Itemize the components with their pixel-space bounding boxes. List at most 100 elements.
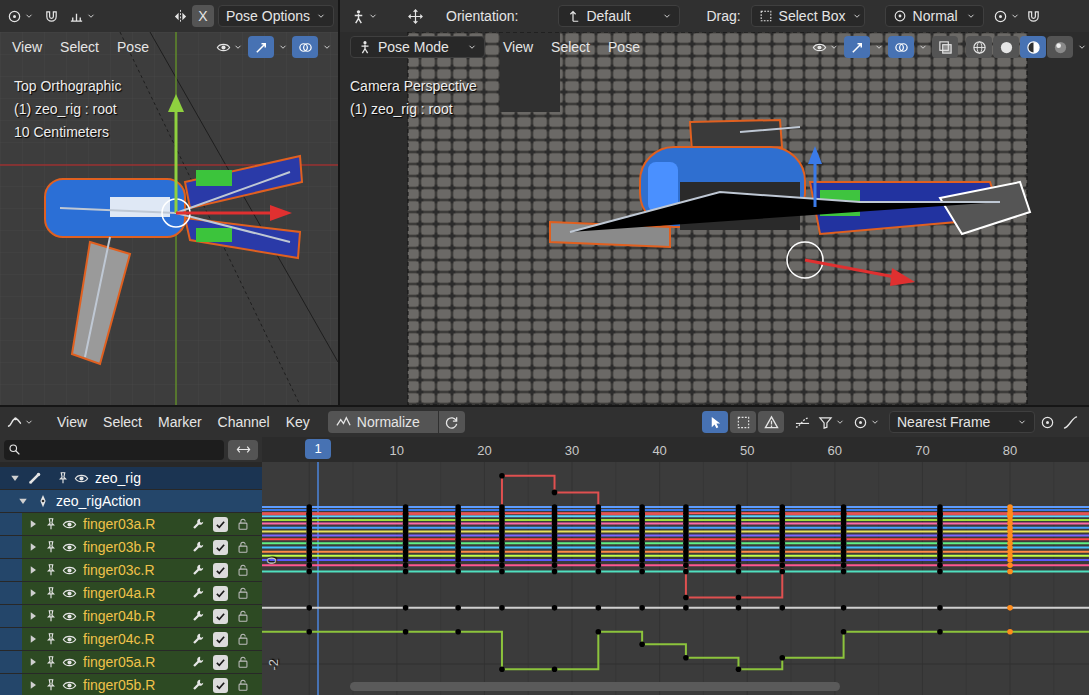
keyframe[interactable] bbox=[736, 666, 742, 672]
keyframe[interactable] bbox=[841, 562, 847, 568]
gizmo-toggle[interactable] bbox=[844, 36, 870, 58]
channel-row[interactable]: zeo_rigAction bbox=[0, 490, 262, 512]
eye-icon[interactable] bbox=[62, 655, 77, 670]
viewport-canvas[interactable]: ViewSelectPoseTop Orthographic(1) zeo_ri… bbox=[0, 32, 338, 405]
keyframe[interactable] bbox=[1007, 557, 1013, 563]
keyframe[interactable] bbox=[639, 569, 645, 575]
pivot-menu[interactable] bbox=[990, 5, 1023, 27]
shading-button[interactable] bbox=[966, 36, 992, 58]
fcurve[interactable] bbox=[262, 519, 1089, 521]
keyframe[interactable] bbox=[499, 562, 505, 568]
xray-toggle[interactable] bbox=[932, 36, 958, 58]
menu-item[interactable]: View bbox=[495, 36, 541, 58]
disclosure-triangle-icon[interactable] bbox=[26, 541, 40, 553]
visibility-menu[interactable] bbox=[809, 36, 842, 58]
keyframe[interactable] bbox=[596, 557, 602, 563]
keyframe[interactable] bbox=[552, 666, 558, 672]
refresh-button[interactable] bbox=[439, 411, 465, 433]
menu-item[interactable]: View bbox=[49, 411, 95, 433]
keyframe[interactable] bbox=[683, 562, 689, 568]
keyframe[interactable] bbox=[1007, 562, 1013, 568]
keyframe[interactable] bbox=[306, 569, 312, 575]
keyframe[interactable] bbox=[841, 605, 847, 611]
keyframe[interactable] bbox=[736, 595, 742, 601]
keyframe[interactable] bbox=[596, 511, 602, 517]
frame-ruler[interactable]: 10203040506070801 bbox=[262, 437, 1089, 462]
channel-row[interactable]: finger05b.R bbox=[0, 674, 262, 695]
keyframe[interactable] bbox=[937, 511, 943, 517]
keyframe[interactable] bbox=[455, 511, 461, 517]
channel-row[interactable]: zeo_rig bbox=[0, 467, 262, 489]
snap-toggle[interactable] bbox=[41, 5, 62, 27]
keyframe[interactable] bbox=[455, 569, 461, 575]
keyframe[interactable] bbox=[683, 569, 689, 575]
graph-editor[interactable]: ViewSelectMarkerChannelKeyNormalizeNeare… bbox=[0, 407, 1089, 695]
menu-item[interactable]: View bbox=[4, 36, 50, 58]
tool-toggle[interactable] bbox=[758, 411, 784, 433]
drag-dropdown[interactable]: Select Box bbox=[751, 5, 865, 27]
menu-item[interactable]: Marker bbox=[150, 411, 210, 433]
fcurve[interactable] bbox=[262, 509, 1089, 511]
pivot-menu[interactable] bbox=[850, 411, 883, 433]
keyframe[interactable] bbox=[639, 557, 645, 563]
keyframe[interactable] bbox=[1007, 511, 1013, 517]
keyframe[interactable] bbox=[1007, 569, 1013, 575]
keyframe[interactable] bbox=[499, 569, 505, 575]
tool-menu[interactable] bbox=[348, 5, 381, 27]
disclosure-triangle-icon[interactable] bbox=[26, 610, 40, 622]
fcurve[interactable] bbox=[262, 632, 1089, 669]
mode-dropdown[interactable]: Pose Mode bbox=[350, 36, 485, 58]
fcurve[interactable] bbox=[262, 559, 1089, 561]
keyframe[interactable] bbox=[736, 569, 742, 575]
keyframe[interactable] bbox=[736, 605, 742, 611]
eye-icon[interactable] bbox=[74, 471, 89, 486]
snap-menu[interactable] bbox=[66, 5, 99, 27]
keyframe[interactable] bbox=[455, 562, 461, 568]
eye-icon[interactable] bbox=[62, 609, 77, 624]
pose-options-dropdown[interactable]: Pose Options bbox=[218, 5, 334, 27]
fcurve[interactable] bbox=[262, 564, 1089, 566]
keyframe[interactable] bbox=[639, 605, 645, 611]
channel-row[interactable]: finger04b.R bbox=[0, 605, 262, 627]
gizmo-toggle[interactable] bbox=[248, 36, 274, 58]
keyframe[interactable] bbox=[499, 666, 505, 672]
keyframe[interactable] bbox=[306, 605, 312, 611]
keyframe[interactable] bbox=[736, 557, 742, 563]
disclosure-triangle-icon[interactable] bbox=[26, 679, 40, 691]
keyframe[interactable] bbox=[639, 562, 645, 568]
keyframe[interactable] bbox=[639, 511, 645, 517]
keyframe[interactable] bbox=[552, 569, 558, 575]
keyframe[interactable] bbox=[841, 569, 847, 575]
normalize-toggle[interactable]: Normalize bbox=[328, 411, 438, 433]
keyframe[interactable] bbox=[306, 557, 312, 563]
tool-toggle[interactable] bbox=[730, 411, 756, 433]
channel-search-field[interactable] bbox=[4, 440, 224, 460]
channel-row[interactable]: finger03a.R bbox=[0, 513, 262, 535]
keyframe[interactable] bbox=[455, 557, 461, 563]
keyframe[interactable] bbox=[499, 557, 505, 563]
snapping-dropdown[interactable]: Nearest Frame bbox=[889, 411, 1035, 433]
keyframe[interactable] bbox=[1007, 629, 1013, 635]
keyframe[interactable] bbox=[552, 605, 558, 611]
channel-row[interactable]: finger04a.R bbox=[0, 582, 262, 604]
disclosure-triangle-icon[interactable] bbox=[26, 587, 40, 599]
disclosure-triangle-icon[interactable] bbox=[16, 495, 30, 507]
keyframe[interactable] bbox=[639, 641, 645, 647]
channel-checkbox[interactable] bbox=[213, 517, 228, 532]
keyframe[interactable] bbox=[596, 562, 602, 568]
keyframe[interactable] bbox=[403, 569, 409, 575]
shading-button[interactable] bbox=[993, 36, 1019, 58]
snap-toggle[interactable] bbox=[1023, 5, 1044, 27]
keyframe[interactable] bbox=[403, 511, 409, 517]
eye-icon[interactable] bbox=[62, 517, 77, 532]
menu-item[interactable]: Select bbox=[543, 36, 598, 58]
eye-icon[interactable] bbox=[62, 540, 77, 555]
fcurve[interactable] bbox=[262, 542, 1089, 544]
fcurve[interactable] bbox=[262, 555, 1089, 557]
disclosure-triangle-icon[interactable] bbox=[26, 633, 40, 645]
channel-checkbox[interactable] bbox=[213, 609, 228, 624]
keyframe[interactable] bbox=[779, 655, 785, 661]
overlay-toggle[interactable] bbox=[292, 36, 318, 58]
keyframe[interactable] bbox=[937, 629, 943, 635]
keyframe[interactable] bbox=[683, 557, 689, 563]
